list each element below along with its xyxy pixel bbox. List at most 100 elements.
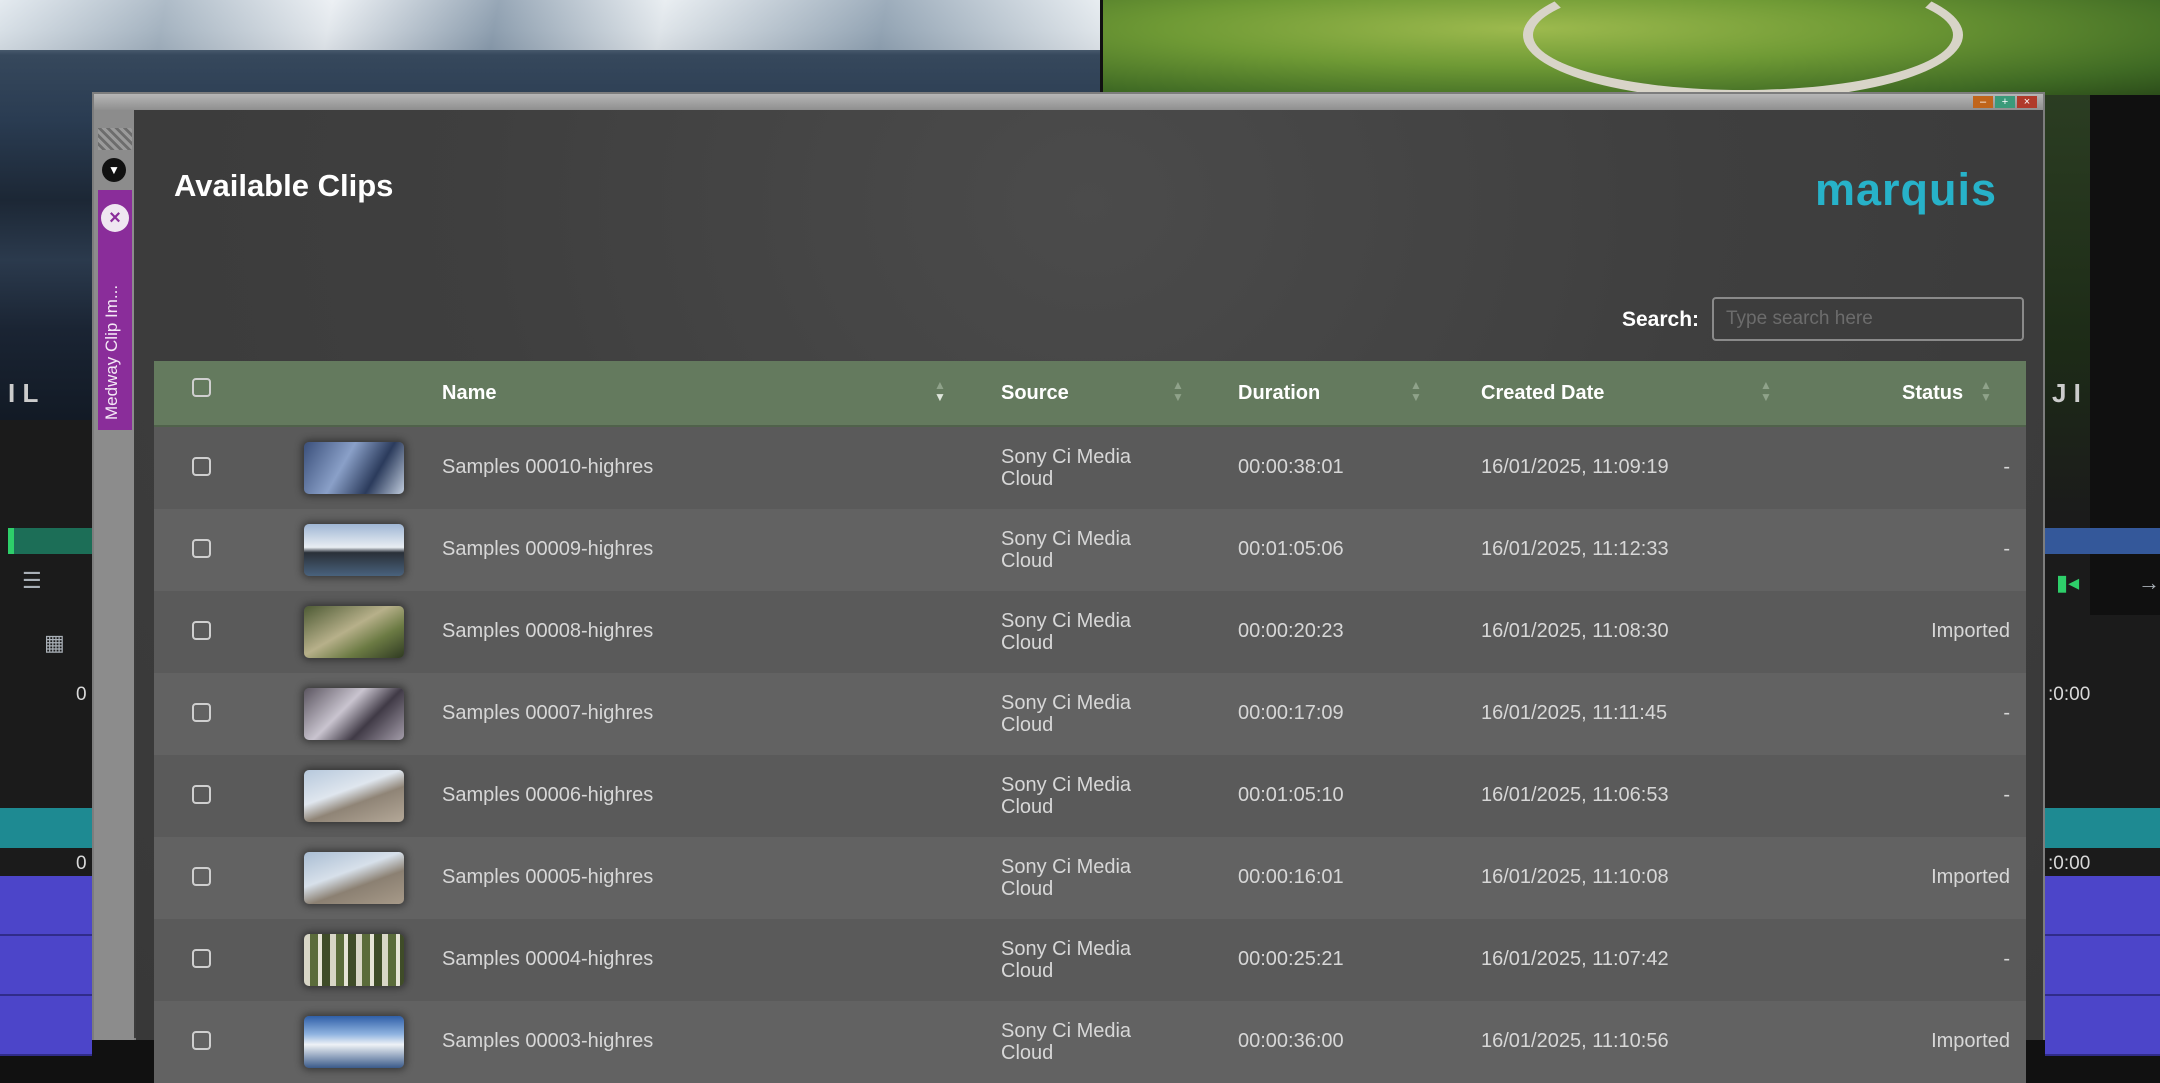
clip-thumbnail: [304, 606, 404, 658]
clip-duration: 00:00:25:21: [1238, 948, 1344, 970]
clip-status: -: [2003, 702, 2010, 724]
column-header-name[interactable]: Name: [442, 361, 496, 425]
clip-thumbnail: [304, 688, 404, 740]
search-label: Search:: [1622, 308, 1700, 331]
source-line: Cloud: [1001, 632, 1054, 654]
clip-name: Samples 00008-highres: [442, 620, 654, 642]
sort-icon[interactable]: ▲ ▼: [1172, 379, 1184, 403]
list-view-icon[interactable]: ☰: [22, 568, 42, 594]
tab-strip: ▼ × Medway Clip Im...: [94, 110, 134, 1040]
clip-import-window: – + × ▼ × Medway Clip Im... Available Cl…: [92, 92, 2045, 1083]
panel-content: Available Clips marquis Search: Name ▲▼ …: [136, 110, 2043, 1083]
level-meter: [14, 528, 92, 554]
source-line: Sony Ci Media: [1001, 692, 1132, 714]
column-header-source[interactable]: Source: [1001, 361, 1069, 425]
source-line: Cloud: [1001, 960, 1054, 982]
clip-source: Sony Ci Media Cloud: [1001, 774, 1131, 818]
audio-track: [2045, 808, 2160, 848]
window-titlebar[interactable]: – + ×: [94, 94, 2043, 110]
clip-thumbnail: [304, 934, 404, 986]
panel-menu-icon[interactable]: ▼: [102, 158, 126, 182]
marquis-logo: marquis: [1814, 164, 1997, 215]
video-track: [0, 876, 92, 936]
clip-created-date: 16/01/2025, 11:11:45: [1481, 702, 1668, 724]
clip-name: Samples 00006-highres: [442, 784, 654, 806]
clip-thumbnail: [304, 770, 404, 822]
clip-created-date: 16/01/2025, 11:06:53: [1481, 784, 1669, 806]
filmstrip-icon[interactable]: ▦: [44, 630, 65, 656]
column-header-duration[interactable]: Duration: [1238, 361, 1320, 425]
row-checkbox[interactable]: [192, 949, 211, 968]
clip-source: Sony Ci Media Cloud: [1001, 528, 1131, 572]
tab-medway-clip-import[interactable]: × Medway Clip Im...: [98, 190, 132, 430]
clip-name: Samples 00003-highres: [442, 1030, 654, 1052]
row-checkbox[interactable]: [192, 703, 211, 722]
video-track: [2045, 996, 2160, 1056]
select-all-checkbox[interactable]: [192, 378, 211, 397]
video-track: [2045, 936, 2160, 996]
table-row[interactable]: Samples 00008-highres Sony Ci Media Clou…: [154, 591, 2026, 673]
clip-source: Sony Ci Media Cloud: [1001, 446, 1131, 490]
table-row[interactable]: Samples 00005-highres Sony Ci Media Clou…: [154, 837, 2026, 919]
table-row[interactable]: Samples 00007-highres Sony Ci Media Clou…: [154, 673, 2026, 755]
clip-name: Samples 00004-highres: [442, 948, 654, 970]
timeline-ruler: [2045, 528, 2160, 554]
minimize-button[interactable]: –: [1973, 96, 1993, 108]
clip-status: -: [2003, 784, 2010, 806]
column-header-created-date[interactable]: Created Date: [1481, 361, 1604, 425]
clip-status: -: [2003, 948, 2010, 970]
clip-created-date: 16/01/2025, 11:10:08: [1481, 866, 1669, 888]
row-checkbox[interactable]: [192, 457, 211, 476]
source-line: Sony Ci Media: [1001, 446, 1132, 468]
video-track: [0, 996, 92, 1056]
sort-icon[interactable]: ▲ ▼: [934, 379, 946, 403]
clip-source: Sony Ci Media Cloud: [1001, 938, 1131, 982]
source-line: Sony Ci Media: [1001, 528, 1132, 550]
row-checkbox[interactable]: [192, 867, 211, 886]
search-input[interactable]: [1712, 297, 2024, 341]
row-checkbox[interactable]: [192, 1031, 211, 1050]
clip-thumbnail: [304, 442, 404, 494]
sort-icon[interactable]: ▲ ▼: [1410, 379, 1422, 403]
table-row[interactable]: Samples 00009-highres Sony Ci Media Clou…: [154, 509, 2026, 591]
clip-name: Samples 00009-highres: [442, 538, 654, 560]
clip-name: Samples 00007-highres: [442, 702, 654, 724]
page-title: Available Clips: [174, 168, 394, 203]
tab-label: Medway Clip Im...: [102, 284, 121, 420]
table-row[interactable]: Samples 00010-highres Sony Ci Media Clou…: [154, 427, 2026, 509]
clip-duration: 00:01:05:10: [1238, 784, 1344, 806]
clip-source: Sony Ci Media Cloud: [1001, 610, 1131, 654]
clip-duration: 00:00:20:23: [1238, 620, 1344, 642]
table-row[interactable]: Samples 00004-highres Sony Ci Media Clou…: [154, 919, 2026, 1001]
close-tab-icon[interactable]: ×: [101, 204, 129, 232]
clip-created-date: 16/01/2025, 11:07:42: [1481, 948, 1669, 970]
clip-status: Imported: [1931, 866, 2010, 888]
source-line: Sony Ci Media: [1001, 1020, 1132, 1042]
clip-created-date: 16/01/2025, 11:08:30: [1481, 620, 1669, 642]
row-checkbox[interactable]: [192, 621, 211, 640]
column-header-status[interactable]: Status: [1902, 361, 1963, 425]
maximize-button[interactable]: +: [1995, 96, 2015, 108]
clip-created-date: 16/01/2025, 11:10:56: [1481, 1030, 1669, 1052]
drag-handle[interactable]: [98, 128, 132, 150]
source-line: Cloud: [1001, 1042, 1054, 1064]
arrow-icon[interactable]: →: [2138, 570, 2160, 596]
row-checkbox[interactable]: [192, 539, 211, 558]
clip-duration: 00:00:38:01: [1238, 456, 1344, 478]
marker-icon[interactable]: ▮◂: [2056, 570, 2079, 596]
table-row[interactable]: Samples 00006-highres Sony Ci Media Clou…: [154, 755, 2026, 837]
row-checkbox[interactable]: [192, 785, 211, 804]
clip-duration: 00:00:16:01: [1238, 866, 1344, 888]
table-row[interactable]: Samples 00003-highres Sony Ci Media Clou…: [154, 1001, 2026, 1083]
source-line: Sony Ci Media: [1001, 938, 1132, 960]
clip-status: Imported: [1931, 620, 2010, 642]
clip-duration: 00:01:05:06: [1238, 538, 1344, 560]
timecode-right: :0:00: [2048, 853, 2091, 874]
sort-icon[interactable]: ▲ ▼: [1760, 379, 1772, 403]
close-window-button[interactable]: ×: [2017, 96, 2037, 108]
clip-name: Samples 00005-highres: [442, 866, 654, 888]
audio-track: [0, 808, 92, 848]
clip-created-date: 16/01/2025, 11:09:19: [1481, 456, 1669, 478]
clip-name: Samples 00010-highres: [442, 456, 654, 478]
sort-icon[interactable]: ▲ ▼: [1980, 379, 1992, 403]
